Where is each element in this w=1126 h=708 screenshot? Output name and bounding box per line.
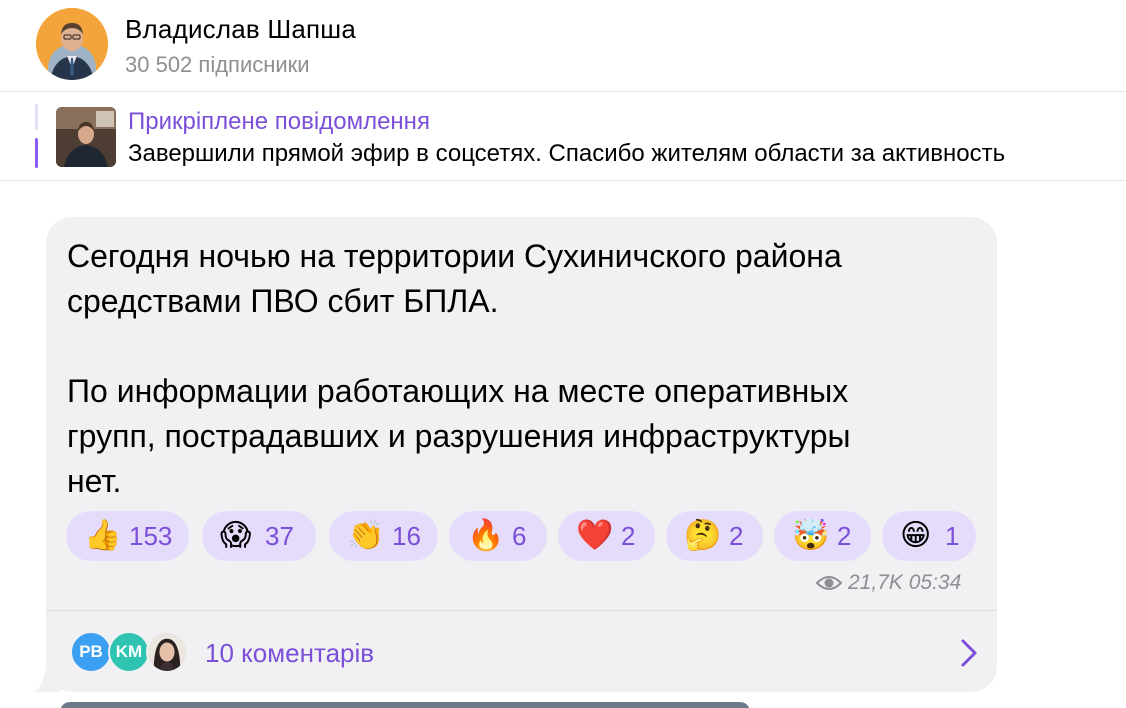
reaction-mind-blown[interactable]: 🤯 2 [774, 511, 871, 561]
reaction-clap[interactable]: 👏 16 [329, 511, 438, 561]
message-text: Сегодня ночью на территории Сухиничского… [67, 234, 967, 504]
avatar [146, 631, 188, 673]
reaction-thinking[interactable]: 🤔 2 [666, 511, 763, 561]
channel-header: Владислав Шапша 30 502 підписники [0, 0, 1126, 92]
next-message-preview [60, 702, 750, 708]
reaction-count: 2 [837, 520, 852, 551]
reaction-heart[interactable]: ❤️ 2 [558, 511, 655, 561]
message-line: нет. [67, 463, 122, 499]
fire-icon: 🔥 [467, 519, 505, 552]
reaction-fire[interactable]: 🔥 6 [449, 511, 547, 561]
reaction-count: 153 [129, 520, 173, 551]
heart-icon: ❤️ [576, 519, 614, 552]
commenter-avatars: PB KM [70, 631, 190, 675]
avatar: PB [70, 631, 112, 673]
chevron-right-icon[interactable] [958, 637, 980, 669]
reaction-count: 6 [512, 520, 527, 551]
pin-indicator-inactive [35, 104, 38, 130]
mind-blown-icon: 🤯 [792, 519, 830, 552]
reactions-bar: 👍 153 😱 37 👏 16 🔥 6 ❤️ 2 🤔 2 🤯 2 😁 1 [66, 511, 986, 561]
avatar: KM [108, 631, 150, 673]
pinned-title: Прикріплене повідомлення [128, 108, 430, 135]
reaction-count: 1 [945, 520, 960, 551]
message-line: По информации работающих на месте операт… [67, 373, 849, 409]
message-line: групп, пострадавших и разрушения инфраст… [67, 418, 851, 454]
scream-icon: 😱 [220, 519, 252, 552]
view-count: 21,7K [848, 571, 903, 594]
reaction-thumbs-up[interactable]: 👍 153 [66, 511, 189, 561]
channel-title[interactable]: Владислав Шапша [125, 14, 356, 45]
comments-link[interactable]: 10 коментарів [205, 638, 374, 669]
subscriber-count: 30 502 підписники [125, 52, 310, 77]
eye-icon [816, 576, 842, 590]
reaction-count: 16 [392, 520, 421, 551]
pin-indicator-active [35, 138, 38, 168]
comments-divider [46, 610, 997, 611]
grin-icon: 😁 [900, 519, 932, 552]
reaction-count: 37 [265, 520, 294, 551]
thinking-icon: 🤔 [684, 519, 722, 552]
message-meta: 21,7K 05:34 [816, 570, 961, 596]
channel-avatar[interactable] [36, 8, 108, 80]
message-time: 05:34 [908, 571, 962, 594]
clap-icon: 👏 [347, 519, 385, 552]
thumbs-up-icon: 👍 [84, 519, 122, 552]
pinned-text: Завершили прямой эфир в соцсетях. Спасиб… [128, 140, 1006, 167]
message-line: средствами ПВО сбит БПЛА. [67, 283, 499, 319]
pinned-thumbnail [56, 107, 116, 167]
reaction-scream[interactable]: 😱 37 [202, 511, 316, 561]
message-line: Сегодня ночью на территории Сухиничского… [67, 238, 842, 274]
reaction-count: 2 [729, 520, 744, 551]
reaction-grin[interactable]: 😁 1 [882, 511, 976, 561]
pinned-message[interactable]: Прикріплене повідомлення Завершили прямо… [0, 93, 1126, 181]
reaction-count: 2 [621, 520, 636, 551]
